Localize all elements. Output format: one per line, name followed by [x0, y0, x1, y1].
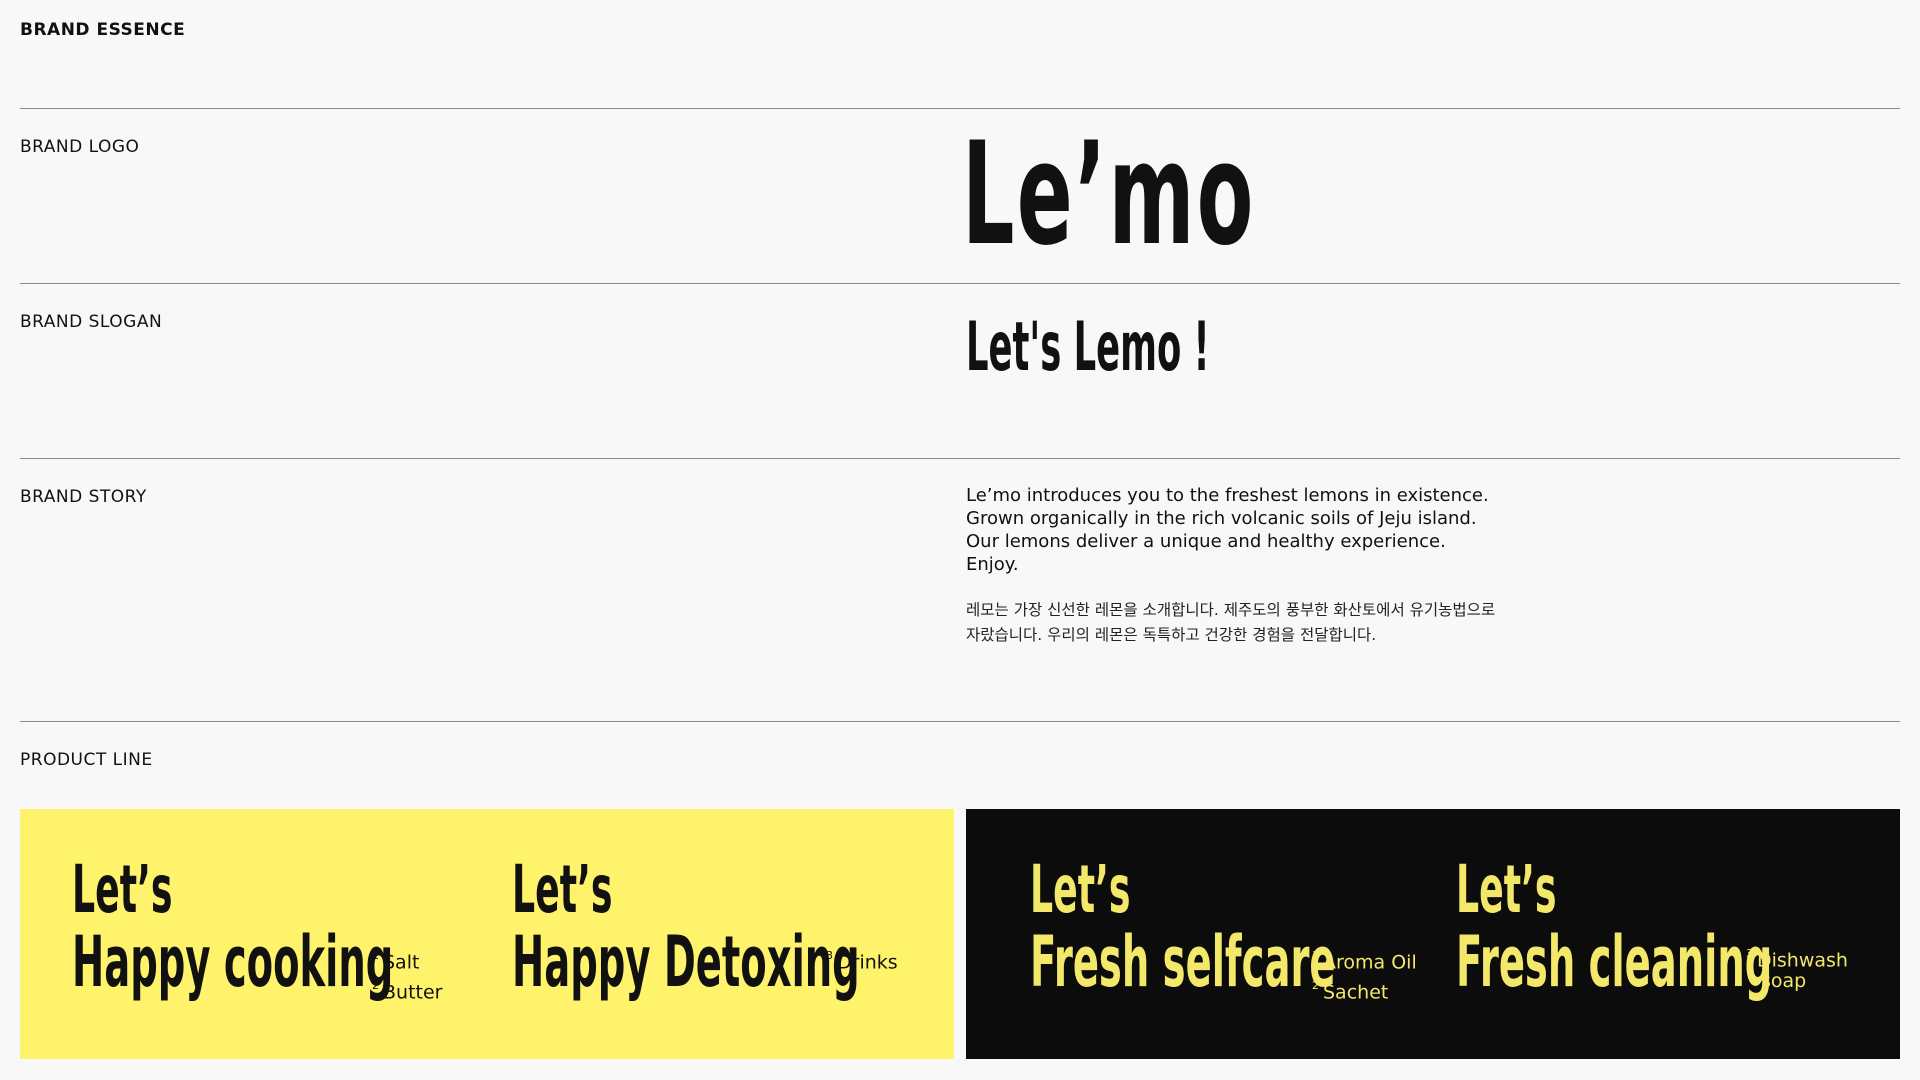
- section-label-product-line: PRODUCT LINE: [20, 750, 153, 770]
- brand-story-korean: 레모는 가장 신선한 레몬을 소개합니다. 제주도의 풍부한 화산토에서 유기농…: [966, 598, 1586, 648]
- brand-logo: Le’mo: [962, 112, 1256, 277]
- section-label-logo: BRAND LOGO: [20, 137, 140, 157]
- product-name: Fresh selfcare: [1030, 921, 1336, 1003]
- divider: [20, 458, 1900, 459]
- product-lets: Let’s: [512, 851, 613, 928]
- story-line-ko: 레모는 가장 신선한 레몬을 소개합니다. 제주도의 풍부한 화산토에서 유기농…: [966, 601, 1496, 619]
- product-name: Happy Detoxing: [512, 921, 860, 1003]
- product-panel-yellow: Let’s Happy cooking 1 Salt 2 Butter Let’s …: [20, 809, 954, 1059]
- divider: [20, 721, 1900, 722]
- product-notes: 3 Dishwash soap: [1746, 945, 1848, 992]
- product-note: 2 Sachet: [1312, 979, 1389, 1004]
- product-note: 2 Butter: [372, 979, 443, 1004]
- product-lets: Let’s: [1456, 851, 1557, 928]
- product-notes: 1 Salt 2 Butter: [372, 945, 442, 1006]
- story-line-ko: 자랐습니다. 우리의 레몬은 독특하고 건강한 경험을 전달합니다.: [966, 626, 1377, 644]
- story-line: Le’mo introduces you to the freshest lem…: [966, 485, 1489, 506]
- product-panel-black: Let’s Fresh selfcare 1 Aroma Oil 2 Sachet …: [966, 809, 1900, 1059]
- brand-slogan: Let's Lemo !: [966, 308, 1210, 387]
- product-lets: Let’s: [72, 851, 173, 928]
- brand-story-english: Le’mo introduces you to the freshest lem…: [966, 484, 1686, 576]
- product-name: Fresh cleaning: [1456, 921, 1773, 1003]
- product-notes: 1 Aroma Oil 2 Sachet: [1312, 945, 1417, 1006]
- story-line: Enjoy.: [966, 554, 1019, 575]
- product-note: 1 Salt: [372, 949, 420, 974]
- section-label-story: BRAND STORY: [20, 487, 147, 507]
- product-note: soap: [1761, 970, 1807, 993]
- product-note: 3 Drinks: [826, 949, 898, 974]
- product-name: Happy cooking: [72, 921, 394, 1003]
- story-line: Grown organically in the rich volcanic s…: [966, 508, 1477, 529]
- divider: [20, 283, 1900, 284]
- divider: [20, 108, 1900, 109]
- product-lets: Let’s: [1030, 851, 1131, 928]
- section-label-essence: BRAND ESSENCE: [20, 20, 186, 40]
- product-notes: 3 Drinks: [826, 945, 898, 975]
- section-label-slogan: BRAND SLOGAN: [20, 312, 163, 332]
- product-note: 1 Aroma Oil: [1312, 949, 1417, 974]
- product-note: 3 Dishwash: [1746, 947, 1848, 972]
- story-line: Our lemons deliver a unique and healthy …: [966, 531, 1446, 552]
- brand-essence-page: BRAND ESSENCE BRAND LOGO Le’mo BRAND SLO…: [0, 0, 1920, 1080]
